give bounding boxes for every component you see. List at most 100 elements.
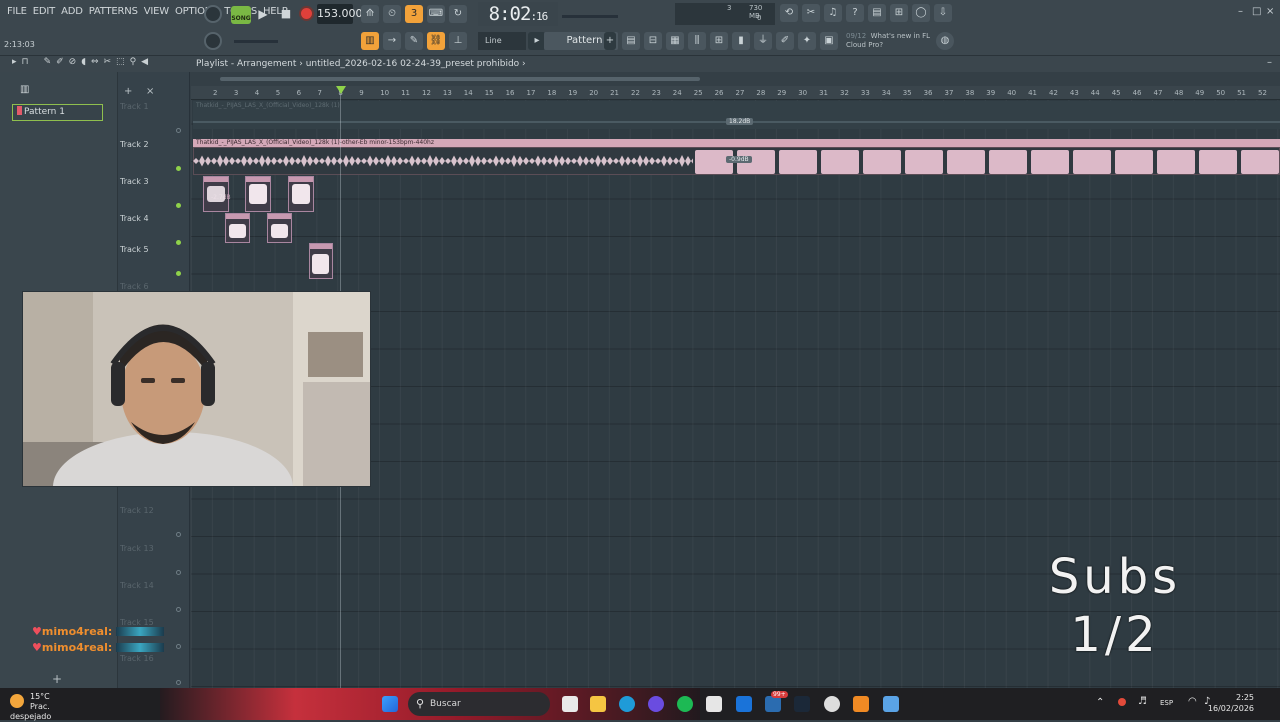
piano-roll-icon[interactable]: ▦ bbox=[666, 32, 684, 50]
loop-record-icon[interactable]: ↻ bbox=[449, 5, 467, 23]
mail-icon[interactable] bbox=[736, 696, 752, 712]
chat-icon[interactable]: ◯ bbox=[912, 4, 930, 22]
track5-clip-1[interactable] bbox=[309, 243, 333, 279]
wand-icon[interactable]: ✦ bbox=[798, 32, 816, 50]
weather-widget[interactable]: 15°C Prac. despejado bbox=[10, 692, 74, 722]
snap-mode-select[interactable]: Line bbox=[478, 32, 526, 50]
playlist-view-icon[interactable]: ▥ bbox=[361, 32, 379, 50]
menu-file[interactable]: FILE bbox=[4, 6, 30, 17]
track-mute-led[interactable] bbox=[176, 240, 181, 245]
track-header-label[interactable]: Track 14 bbox=[120, 581, 154, 590]
fl-studio-icon[interactable] bbox=[853, 696, 869, 712]
track-header-label[interactable]: Track 4 bbox=[120, 214, 149, 223]
playback-tool-icon[interactable]: ◀ bbox=[141, 57, 148, 71]
obs-icon[interactable] bbox=[824, 696, 840, 712]
taskbar-search[interactable]: Buscar bbox=[408, 692, 550, 716]
slice-tool-icon[interactable]: ✂ bbox=[104, 57, 112, 71]
track-header-label[interactable]: Track 3 bbox=[120, 177, 149, 186]
main-volume-knob[interactable] bbox=[204, 5, 222, 23]
maximize-icon[interactable]: □ bbox=[1252, 6, 1261, 17]
playlist-minimize-icon[interactable]: – bbox=[1267, 57, 1272, 68]
select-tool-icon[interactable]: ⬚ bbox=[116, 57, 125, 71]
track-header-label[interactable]: Track 5 bbox=[120, 245, 149, 254]
menu-patterns[interactable]: PATTERNS bbox=[86, 6, 141, 17]
main-pitch-knob[interactable] bbox=[204, 32, 222, 50]
track2-clip-header[interactable]: Thatkid_-_PIJAS_LAS_X_(Official_Video)_1… bbox=[193, 139, 1280, 147]
mute-tool-icon[interactable]: ◖ bbox=[81, 57, 86, 71]
menu-add[interactable]: ADD bbox=[58, 6, 86, 17]
globe-icon[interactable]: ◍ bbox=[936, 32, 954, 50]
browser-icon[interactable]: ⊞ bbox=[710, 32, 728, 50]
picker-header-icon[interactable]: ▥ bbox=[20, 84, 29, 95]
track-mute-led[interactable] bbox=[176, 644, 181, 649]
track-header-label[interactable]: Track 6 bbox=[120, 282, 149, 291]
stamp-icon[interactable]: ⊥ bbox=[449, 32, 467, 50]
record-button[interactable] bbox=[299, 6, 314, 21]
notepad-icon[interactable] bbox=[883, 696, 899, 712]
delete-tool-icon[interactable]: ⊘ bbox=[69, 57, 77, 71]
track-mute-led[interactable] bbox=[176, 570, 181, 575]
picker-add-icon[interactable]: + bbox=[52, 672, 62, 686]
tray-mic-icon[interactable]: ♬ bbox=[1138, 696, 1147, 707]
outlook-icon[interactable] bbox=[765, 696, 781, 712]
microphone-icon[interactable]: ♫ bbox=[824, 4, 842, 22]
magnet-icon[interactable]: ⊓ bbox=[22, 57, 29, 71]
draw-tool-icon[interactable]: ✎ bbox=[44, 57, 52, 71]
clock-widget[interactable]: 2:25 16/02/2026 bbox=[1208, 692, 1254, 714]
tray-record-icon[interactable] bbox=[1118, 698, 1126, 706]
minimize-icon[interactable]: – bbox=[1238, 6, 1243, 17]
stop-button[interactable]: ■ bbox=[277, 5, 295, 23]
picker-pattern-item[interactable]: Pattern 1 bbox=[12, 104, 103, 121]
pencil-icon[interactable]: ✎ bbox=[405, 32, 423, 50]
wifi-icon[interactable]: ◠ bbox=[1188, 696, 1197, 707]
wait-input-icon[interactable]: ⏲ bbox=[383, 5, 401, 23]
master-slider[interactable] bbox=[234, 40, 278, 43]
store-icon[interactable] bbox=[706, 696, 722, 712]
steam-icon[interactable] bbox=[794, 696, 810, 712]
undo-icon[interactable]: ⟲ bbox=[780, 4, 798, 22]
arrow-icon[interactable]: → bbox=[383, 32, 401, 50]
track-mute-led[interactable] bbox=[176, 532, 181, 537]
track-mute-led[interactable] bbox=[176, 607, 181, 612]
song-position-clock[interactable]: 8:02:16 bbox=[478, 2, 558, 26]
channel-rack-icon[interactable]: ⊟ bbox=[644, 32, 662, 50]
news-panel[interactable]: 09/12 What's new in FL Cloud Pro? bbox=[846, 32, 930, 50]
track-header-label[interactable]: Track 1 bbox=[120, 102, 149, 111]
plug-icon[interactable]: ⏚ bbox=[754, 32, 772, 50]
track-header-label[interactable]: Track 12 bbox=[120, 506, 154, 515]
zoom-tool-icon[interactable]: ⚲ bbox=[130, 57, 137, 71]
track-header-label[interactable]: Track 2 bbox=[120, 140, 149, 149]
cut-icon[interactable]: ✂ bbox=[802, 4, 820, 22]
track3-clip-2[interactable] bbox=[245, 176, 271, 212]
song-mode-toggle[interactable]: SONG bbox=[231, 6, 251, 24]
plugin-icon[interactable]: ▮ bbox=[732, 32, 750, 50]
track4-clip-1[interactable] bbox=[225, 213, 250, 243]
track-mute-led[interactable] bbox=[176, 166, 181, 171]
track-mute-led[interactable] bbox=[176, 680, 181, 685]
menu-edit[interactable]: EDIT bbox=[30, 6, 58, 17]
add-pattern-icon[interactable]: + bbox=[604, 32, 616, 50]
close-icon[interactable]: × bbox=[1266, 6, 1274, 17]
link-icon[interactable]: ⛓ bbox=[427, 32, 445, 50]
play-button[interactable]: ▶ bbox=[254, 5, 272, 23]
save-icon[interactable]: ▤ bbox=[868, 4, 886, 22]
windows-start-icon[interactable] bbox=[382, 696, 398, 712]
mixer-view-icon[interactable]: ⫼ bbox=[688, 32, 706, 50]
help-icon[interactable]: ? bbox=[846, 4, 864, 22]
track-mute-led[interactable] bbox=[176, 203, 181, 208]
track-header-label[interactable]: Track 13 bbox=[120, 544, 154, 553]
track-mute-led[interactable] bbox=[176, 271, 181, 276]
step-edit-icon[interactable]: ⌨ bbox=[427, 5, 445, 23]
slip-tool-icon[interactable]: ⇔ bbox=[91, 57, 99, 71]
playlist-icon[interactable]: ▤ bbox=[622, 32, 640, 50]
discord-icon[interactable] bbox=[648, 696, 664, 712]
horizontal-scrollbar[interactable] bbox=[220, 77, 700, 81]
metronome-icon[interactable]: ⟰ bbox=[361, 5, 379, 23]
track1-audio-clip[interactable]: Thatkid_-_PIJAS_LAS_X_(Official_Video)_1… bbox=[193, 101, 1280, 129]
timeline-ruler[interactable]: 2 3 4 5 6 7 8 9 10 11 12 13 14 15 16 17 18 19 20 21 22 23 24 25… bbox=[191, 86, 1280, 100]
task-view-icon[interactable] bbox=[562, 696, 578, 712]
playhead-marker[interactable] bbox=[336, 86, 346, 94]
language-indicator[interactable]: ESP bbox=[1160, 699, 1173, 707]
remove-track-icon[interactable]: × bbox=[146, 86, 154, 97]
spotify-icon[interactable] bbox=[677, 696, 693, 712]
